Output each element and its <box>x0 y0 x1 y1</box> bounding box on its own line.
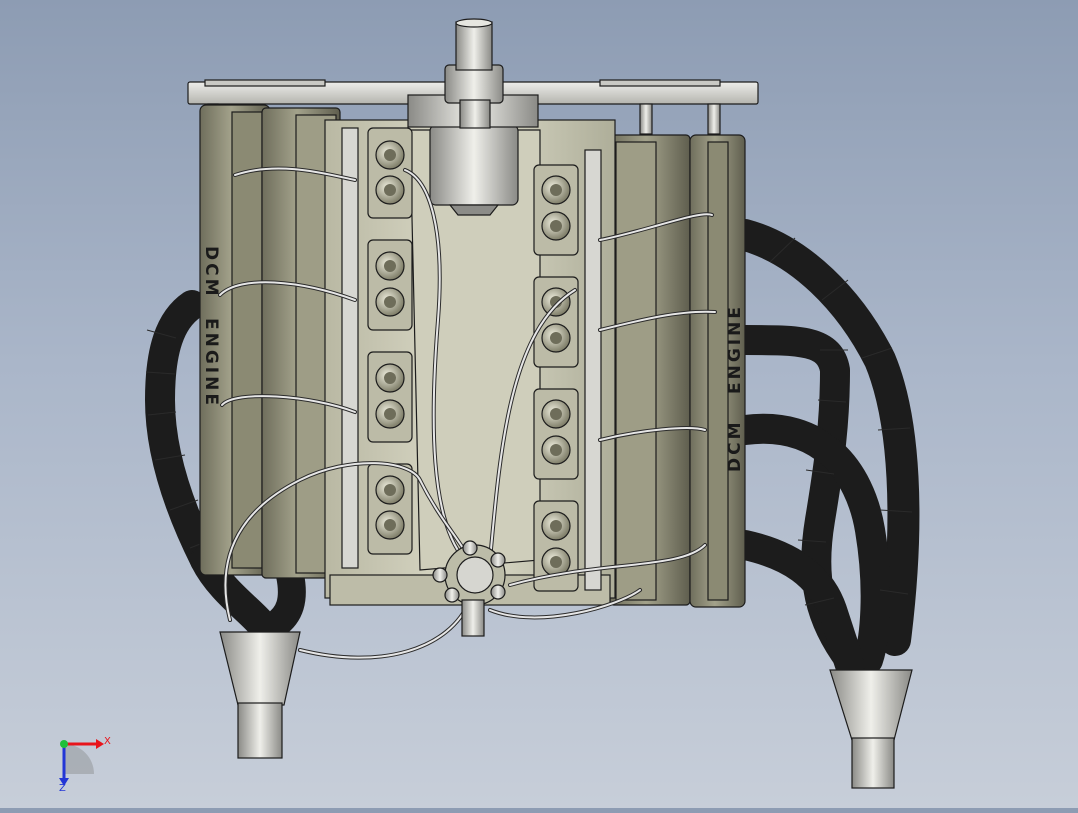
right-cylinder-head[interactable]: ENGINE DCM <box>609 134 746 608</box>
left-exhaust-collector[interactable] <box>219 631 301 759</box>
right-exhaust-collector[interactable] <box>829 669 913 789</box>
distributor-housing[interactable] <box>429 124 519 216</box>
model-label-dcm-left: DCM <box>201 246 221 299</box>
x-axis-label: X <box>104 736 111 747</box>
model-label-dcm-right: DCM <box>725 419 745 472</box>
right-exhaust-header[interactable] <box>729 219 920 680</box>
model-label-engine-right: ENGINE <box>725 304 745 394</box>
coordinate-triad: X Z <box>59 736 111 794</box>
engine-assembly-model[interactable]: DCM ENGINE ENGINE DCM X Z <box>0 0 1078 808</box>
drive-shaft[interactable] <box>407 18 539 129</box>
z-axis-label: Z <box>59 783 66 794</box>
y-axis-dot <box>60 740 68 748</box>
model-label-engine-left: ENGINE <box>201 318 221 408</box>
left-cylinder-head[interactable]: DCM ENGINE <box>199 104 341 579</box>
cad-viewport[interactable]: DCM ENGINE ENGINE DCM X Z <box>0 0 1078 808</box>
